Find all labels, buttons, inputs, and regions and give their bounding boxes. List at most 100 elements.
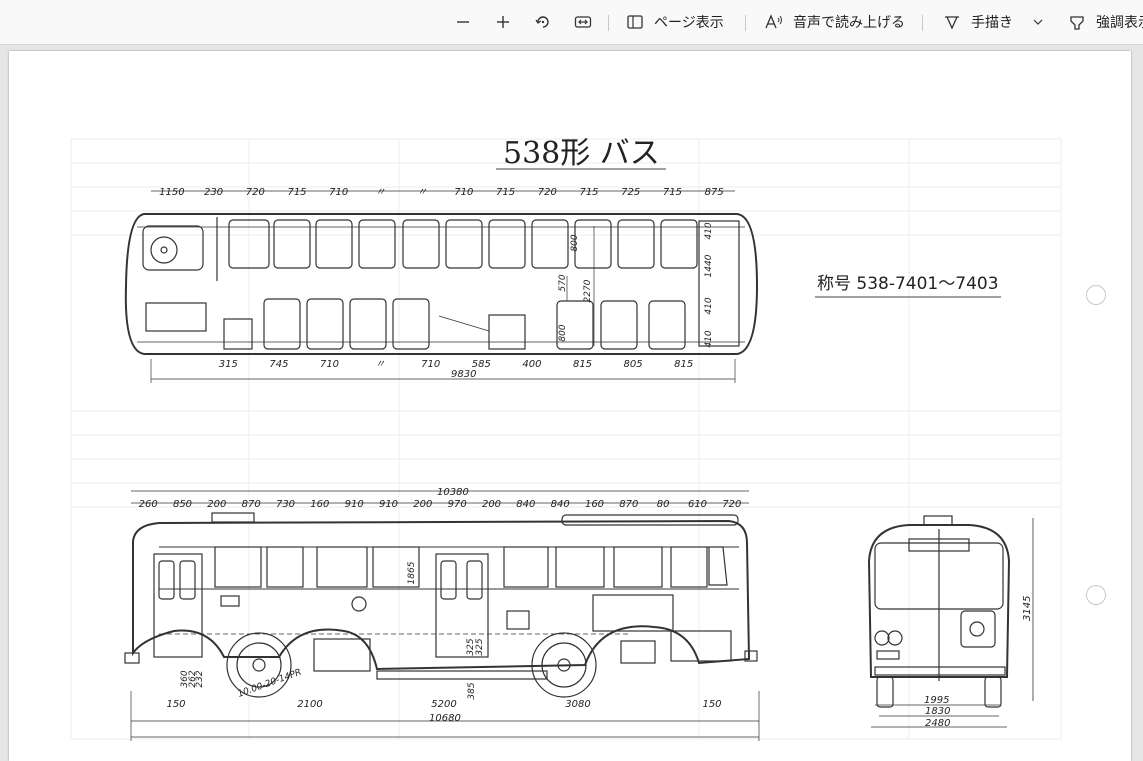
toolbar-separator: [608, 15, 609, 31]
read-aloud-label: 音声で読み上げる: [793, 15, 905, 31]
side-bottom-dimension: 150: [702, 699, 721, 710]
plan-top-dimension: 230: [204, 187, 223, 198]
side-top-dimensions: 260 850 200 870 730 160 910 910 200 970 200 840 840 1…: [139, 499, 742, 510]
plan-bottom-dimension: 710: [421, 359, 440, 370]
side-bottom-dimension: 5200: [431, 699, 456, 710]
side-top-dimension: 870: [619, 499, 638, 510]
side-top-dimension: 870: [242, 499, 261, 510]
fit-width-icon: [574, 16, 592, 28]
front-height-label: 3145: [1022, 596, 1033, 621]
bus-side-view: 260 850 200 870 730 160 910 910 200 970 200 840 840 1…: [124, 490, 760, 741]
plan-top-dimension: 720: [246, 187, 265, 198]
plan-top-dimension: 715: [287, 187, 306, 198]
side-top-dimension: 260: [139, 499, 158, 510]
plan-interior-label: 410: [704, 297, 714, 314]
plan-interior-labels: 800 570 2270 800 410 1440 410 410: [558, 222, 714, 347]
side-top-dimension: 200: [207, 499, 226, 510]
zoom-in-button[interactable]: [493, 0, 513, 44]
draw-button[interactable]: 手描き: [943, 0, 1013, 44]
side-top-dimension: 970: [448, 499, 467, 510]
pdf-viewer-toolbar: ページ表示 音声で読み上げる 手描き 強調表示: [0, 0, 1143, 45]
side-top-dimension: 910: [345, 499, 364, 510]
page-view-button[interactable]: ページ表示: [626, 0, 724, 44]
designation-text: 称号 538-7401～7403: [817, 274, 999, 294]
plan-bottom-dimension: 710: [320, 359, 339, 370]
side-vertical-label: 232: [195, 670, 205, 687]
plan-top-dimension: 710: [454, 187, 473, 198]
plan-interior-label: 1440: [704, 254, 714, 277]
chevron-down-icon: [1033, 19, 1043, 25]
side-overall-length-top: 10380: [437, 487, 469, 498]
side-top-dimension: 910: [379, 499, 398, 510]
highlight-label: 強調表示: [1096, 15, 1143, 31]
plan-top-dimension: 〃: [375, 187, 385, 198]
front-width-1: 1995: [924, 695, 949, 706]
side-bottom-dimension: 3080: [565, 699, 590, 710]
plan-top-dimension: 710: [329, 187, 348, 198]
title-text: 538形 バス: [503, 136, 660, 171]
highlighter-icon: [1070, 16, 1084, 30]
front-width-3: 2480: [925, 718, 950, 729]
rotate-button[interactable]: [533, 0, 553, 44]
side-total-length: 10680: [429, 713, 461, 724]
side-bottom-dimension: 2100: [297, 699, 322, 710]
plan-top-dimension: 715: [579, 187, 598, 198]
side-vertical-label: 385: [467, 682, 477, 699]
side-top-dimension: 160: [585, 499, 604, 510]
read-aloud-icon: [765, 14, 782, 29]
plan-bottom-dimension: 〃: [375, 359, 385, 370]
plan-interior-label: 2270: [583, 279, 593, 302]
draw-label: 手描き: [971, 15, 1013, 31]
side-top-dimension: 80: [657, 499, 670, 510]
pdf-page: 538形 バス 称号 538-7401～7403 1150 230 720 715 71…: [9, 51, 1131, 761]
page-view-label: ページ表示: [654, 15, 724, 31]
side-top-dimension: 160: [310, 499, 329, 510]
rotate-icon: [535, 16, 549, 28]
plan-top-dimension: 720: [538, 187, 557, 198]
scroll-hint-circle: [1086, 585, 1106, 605]
page-view-icon: [627, 15, 643, 29]
plan-interior-label: 800: [570, 234, 580, 251]
toolbar-separator: [922, 15, 923, 31]
plus-icon: [497, 16, 509, 28]
plan-bottom-dimension: 805: [624, 359, 643, 370]
zoom-out-button[interactable]: [453, 0, 473, 44]
drawing-title: 538形 バス: [496, 136, 666, 171]
designation-label: 称号 538-7401～7403: [815, 274, 1001, 298]
plan-interior-label: 570: [558, 274, 568, 291]
draw-pen-icon: [945, 16, 959, 30]
bus-front-view: [867, 515, 1034, 728]
side-bottom-dimensions: 150 2100 5200 3080 150: [166, 699, 721, 710]
highlight-button[interactable]: 強調表示: [1068, 0, 1143, 44]
side-top-dimension: 200: [482, 499, 501, 510]
side-top-dimension: 840: [551, 499, 570, 510]
plan-top-dimension: 1150: [159, 187, 184, 198]
plan-bottom-dimension: 745: [269, 359, 288, 370]
plan-top-dimension: 〃: [417, 187, 427, 198]
fit-width-button[interactable]: [573, 0, 593, 44]
drawing-canvas: 538形 バス 称号 538-7401～7403 1150 230 720 715 71…: [70, 136, 1062, 741]
side-top-dimension: 200: [413, 499, 432, 510]
plan-bottom-dimension: 400: [522, 359, 541, 370]
bus-plan-view: 1150 230 720 715 710 〃〃 710 715 720 715 725 715 875: [124, 187, 759, 383]
minus-icon: [457, 21, 469, 23]
toolbar-separator: [745, 15, 746, 31]
read-aloud-button[interactable]: 音声で読み上げる: [764, 0, 905, 44]
side-vertical-label: 325: [475, 638, 485, 655]
plan-top-dimension: 715: [496, 187, 515, 198]
front-width-2: 1830: [925, 706, 950, 717]
side-bottom-dimension: 150: [166, 699, 185, 710]
draw-options-dropdown[interactable]: [1031, 0, 1045, 44]
plan-top-dimension: 725: [621, 187, 640, 198]
side-top-dimension: 610: [688, 499, 707, 510]
plan-bottom-dimension: 315: [219, 359, 238, 370]
plan-top-dimension: 715: [663, 187, 682, 198]
plan-total-length: 9830: [451, 369, 476, 380]
plan-interior-label: 410: [704, 222, 714, 239]
plan-interior-label: 410: [704, 330, 714, 347]
plan-top-dimension: 875: [705, 187, 724, 198]
plan-interior-label: 800: [558, 324, 568, 341]
plan-bottom-dimension: 815: [573, 359, 592, 370]
side-top-dimension: 840: [516, 499, 535, 510]
side-vertical-label: 1865: [407, 561, 417, 584]
